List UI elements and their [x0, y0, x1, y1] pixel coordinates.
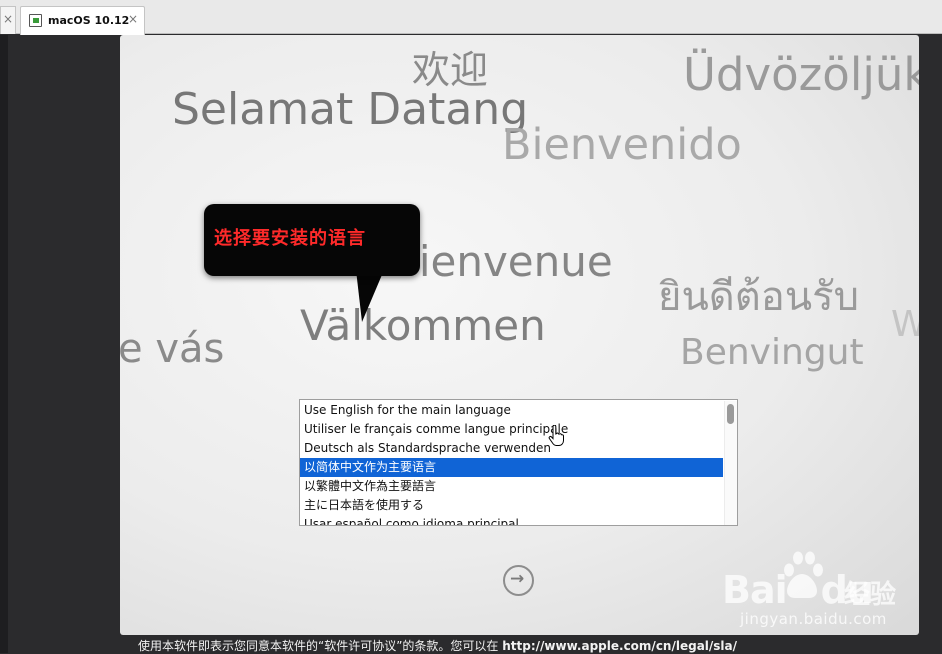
continue-button[interactable]: →: [503, 565, 534, 596]
hand-pointer-icon: [548, 425, 564, 446]
welcome-word: ยินดีต้อนรับ: [658, 274, 859, 320]
annotation-callout: 选择要安装的语言: [204, 204, 420, 276]
sidebar-strip: [0, 35, 8, 653]
welcome-word: Bienvenue: [390, 237, 613, 286]
tab-bar: × macOS 10.12 ×: [0, 0, 942, 35]
license-link[interactable]: http://www.apple.com/cn/legal/sla/: [502, 639, 737, 653]
callout-text: 选择要安装的语言: [214, 228, 366, 249]
language-item[interactable]: Deutsch als Standardsprache verwenden: [300, 439, 723, 458]
language-item[interactable]: Usar español como idioma principal: [300, 515, 723, 525]
language-item-selected[interactable]: 以简体中文作为主要语言: [300, 458, 723, 477]
welcome-word: Selamat Datang: [172, 84, 529, 135]
list-scrollbar-thumb[interactable]: [727, 404, 734, 424]
language-item[interactable]: 主に日本語を使用する: [300, 496, 723, 515]
installer-screen: 欢迎 Selamat Datang Üdvözöljük Bienvenido …: [120, 35, 919, 635]
welcome-word: Välkommen: [300, 301, 546, 350]
language-item[interactable]: Use English for the main language: [300, 401, 723, 420]
welcome-word: Üdvözöljük: [683, 48, 919, 101]
tab-label: macOS 10.12: [48, 14, 130, 27]
tab-close-icon[interactable]: ×: [3, 12, 13, 26]
tab-macos-vm[interactable]: macOS 10.12 ×: [20, 6, 145, 35]
language-item[interactable]: 以繁體中文作為主要語言: [300, 477, 723, 496]
baidu-paw-icon: [784, 551, 823, 598]
welcome-word: Bienvenido: [502, 120, 742, 170]
virtual-machine-icon: [29, 14, 42, 27]
baidu-watermark: Bai du 经验 jingyan.baidu.com: [722, 548, 932, 630]
language-item[interactable]: Utiliser le français comme langue princi…: [300, 420, 723, 439]
tab-previous[interactable]: ×: [0, 6, 16, 34]
tab-close-icon[interactable]: ×: [128, 12, 138, 26]
watermark-product: 经验: [844, 580, 897, 610]
welcome-word: W: [891, 304, 919, 345]
callout-tail: [356, 270, 384, 322]
welcome-word: Benvingut: [680, 332, 864, 373]
license-notice: 使用本软件即表示您同意本软件的“软件许可协议”的条款。您可以在 http://w…: [138, 637, 737, 654]
arrow-right-icon: →: [510, 569, 525, 589]
language-list[interactable]: Use English for the main language Utilis…: [299, 399, 738, 526]
welcome-word: e vás: [120, 326, 225, 372]
watermark-domain: jingyan.baidu.com: [740, 610, 887, 628]
license-text: 使用本软件即表示您同意本软件的“软件许可协议”的条款。您可以在: [138, 639, 503, 653]
